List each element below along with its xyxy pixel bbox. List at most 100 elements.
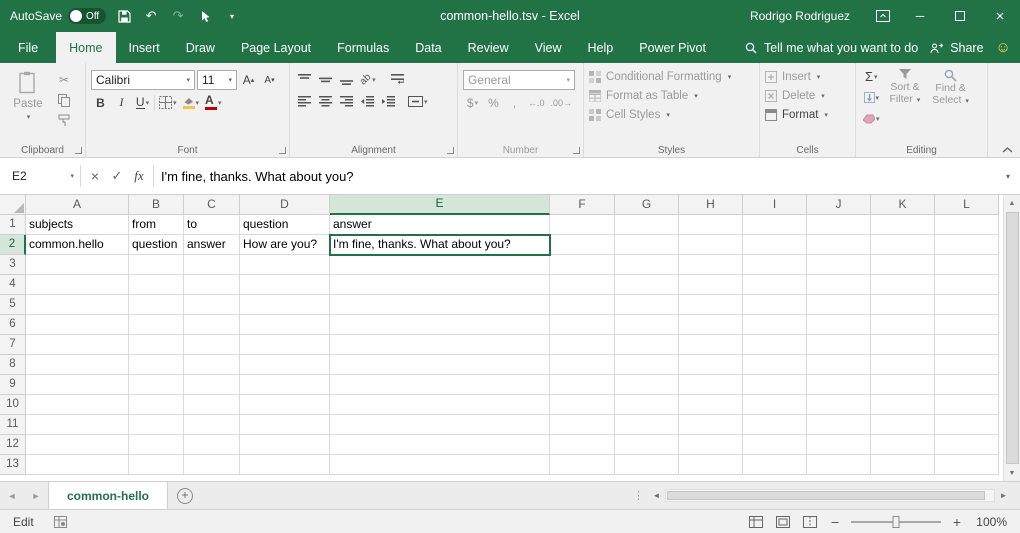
scroll-up-icon[interactable]: ▲ bbox=[1004, 195, 1020, 211]
cell-D7[interactable] bbox=[240, 335, 330, 355]
cell-K12[interactable] bbox=[871, 435, 935, 455]
cell-J1[interactable] bbox=[807, 215, 871, 235]
cell-B4[interactable] bbox=[129, 275, 184, 295]
share-button[interactable]: Share bbox=[918, 32, 995, 63]
cell-J4[interactable] bbox=[807, 275, 871, 295]
comma-format-button[interactable]: , bbox=[505, 93, 524, 112]
cell-H2[interactable] bbox=[679, 235, 743, 255]
cell-K10[interactable] bbox=[871, 395, 935, 415]
cell-F5[interactable] bbox=[550, 295, 615, 315]
decrease-font-size-button[interactable]: A▾ bbox=[260, 71, 279, 90]
cell-K4[interactable] bbox=[871, 275, 935, 295]
cell-B3[interactable] bbox=[129, 255, 184, 275]
cell-I6[interactable] bbox=[743, 315, 807, 335]
format-cells-button[interactable]: Format ▾ bbox=[765, 105, 850, 124]
tab-page-layout[interactable]: Page Layout bbox=[228, 32, 324, 63]
tab-help[interactable]: Help bbox=[575, 32, 627, 63]
name-box[interactable]: E2 ▾ bbox=[0, 158, 80, 194]
cell-I11[interactable] bbox=[743, 415, 807, 435]
format-as-table-button[interactable]: Format as Table ▾ bbox=[589, 86, 754, 105]
scroll-left-icon[interactable]: ◄ bbox=[648, 487, 665, 504]
cell-F6[interactable] bbox=[550, 315, 615, 335]
bold-button[interactable]: B bbox=[91, 93, 110, 112]
tab-home[interactable]: Home bbox=[56, 32, 115, 63]
macro-record-button[interactable] bbox=[54, 516, 67, 528]
row-header-8[interactable]: 8 bbox=[0, 355, 26, 375]
cell-A5[interactable] bbox=[26, 295, 129, 315]
font-color-button[interactable]: A ▾ bbox=[203, 93, 224, 112]
row-header-9[interactable]: 9 bbox=[0, 375, 26, 395]
cell-G7[interactable] bbox=[615, 335, 679, 355]
cell-I13[interactable] bbox=[743, 455, 807, 475]
borders-button[interactable]: ▾ bbox=[157, 93, 179, 112]
user-name[interactable]: Rodrigo Rodriguez bbox=[750, 9, 850, 23]
cell-A6[interactable] bbox=[26, 315, 129, 335]
font-size-combo[interactable]: 11 ▾ bbox=[197, 70, 237, 90]
row-header-1[interactable]: 1 bbox=[0, 215, 26, 235]
cell-B13[interactable] bbox=[129, 455, 184, 475]
cell-L8[interactable] bbox=[935, 355, 999, 375]
tab-insert[interactable]: Insert bbox=[116, 32, 173, 63]
cell-C13[interactable] bbox=[184, 455, 240, 475]
orientation-button[interactable]: ab▾ bbox=[358, 70, 378, 89]
cell-E7[interactable] bbox=[330, 335, 550, 355]
cell-C7[interactable] bbox=[184, 335, 240, 355]
fill-color-button[interactable]: ▾ bbox=[181, 93, 202, 112]
cell-G1[interactable] bbox=[615, 215, 679, 235]
cell-J5[interactable] bbox=[807, 295, 871, 315]
cell-I8[interactable] bbox=[743, 355, 807, 375]
paste-button[interactable]: Paste ▾ bbox=[5, 67, 51, 128]
copy-button[interactable] bbox=[54, 92, 74, 108]
cell-A10[interactable] bbox=[26, 395, 129, 415]
view-normal-button[interactable] bbox=[747, 513, 765, 531]
add-sheet-button[interactable]: + bbox=[168, 482, 202, 509]
cell-F8[interactable] bbox=[550, 355, 615, 375]
cell-F7[interactable] bbox=[550, 335, 615, 355]
wrap-text-button[interactable] bbox=[388, 70, 407, 89]
cell-K5[interactable] bbox=[871, 295, 935, 315]
cell-A9[interactable] bbox=[26, 375, 129, 395]
increase-font-size-button[interactable]: A▴ bbox=[239, 71, 258, 90]
row-header-4[interactable]: 4 bbox=[0, 275, 26, 295]
customize-quick-access-chevron-icon[interactable]: ▾ bbox=[223, 5, 241, 27]
cell-L10[interactable] bbox=[935, 395, 999, 415]
minimize-button[interactable]: ─ bbox=[900, 0, 940, 32]
autosave-toggle[interactable]: Off bbox=[68, 8, 106, 24]
cell-F4[interactable] bbox=[550, 275, 615, 295]
percent-format-button[interactable]: % bbox=[484, 93, 503, 112]
align-bottom-button[interactable] bbox=[337, 70, 356, 89]
cell-E3[interactable] bbox=[330, 255, 550, 275]
cell-A7[interactable] bbox=[26, 335, 129, 355]
cell-K8[interactable] bbox=[871, 355, 935, 375]
cell-K7[interactable] bbox=[871, 335, 935, 355]
horizontal-scrollbar[interactable]: ◄ ► bbox=[648, 482, 1020, 509]
cell-A13[interactable] bbox=[26, 455, 129, 475]
cell-A2[interactable]: common.hello bbox=[26, 235, 129, 255]
cell-J7[interactable] bbox=[807, 335, 871, 355]
cell-J9[interactable] bbox=[807, 375, 871, 395]
cell-K3[interactable] bbox=[871, 255, 935, 275]
cell-B6[interactable] bbox=[129, 315, 184, 335]
cell-C8[interactable] bbox=[184, 355, 240, 375]
vertical-scrollbar[interactable]: ▲ ▼ bbox=[1003, 195, 1020, 481]
clipboard-dialog-launcher-icon[interactable] bbox=[75, 147, 82, 154]
cell-H5[interactable] bbox=[679, 295, 743, 315]
column-header-A[interactable]: A bbox=[26, 195, 129, 215]
column-header-B[interactable]: B bbox=[129, 195, 184, 215]
cell-E2[interactable]: I'm fine, thanks. What about you? bbox=[330, 235, 550, 255]
column-header-I[interactable]: I bbox=[743, 195, 807, 215]
cell-L6[interactable] bbox=[935, 315, 999, 335]
cell-B12[interactable] bbox=[129, 435, 184, 455]
cell-L12[interactable] bbox=[935, 435, 999, 455]
cell-E4[interactable] bbox=[330, 275, 550, 295]
cell-I9[interactable] bbox=[743, 375, 807, 395]
row-header-3[interactable]: 3 bbox=[0, 255, 26, 275]
cell-F9[interactable] bbox=[550, 375, 615, 395]
zoom-slider-thumb[interactable] bbox=[893, 516, 900, 528]
ribbon-display-options-button[interactable] bbox=[866, 0, 900, 32]
cell-H11[interactable] bbox=[679, 415, 743, 435]
cell-D6[interactable] bbox=[240, 315, 330, 335]
find-select-button[interactable]: Find & Select ▾ bbox=[928, 67, 973, 128]
cell-L4[interactable] bbox=[935, 275, 999, 295]
cell-H10[interactable] bbox=[679, 395, 743, 415]
